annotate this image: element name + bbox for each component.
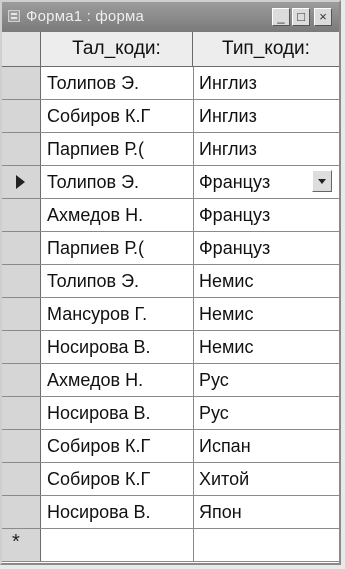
table-row[interactable]: Толипов Э. Немис — [2, 265, 339, 298]
new-record-row[interactable]: * — [2, 529, 339, 562]
record-selector[interactable]: * — [2, 529, 41, 561]
record-selector[interactable] — [2, 265, 41, 297]
cell-tal-kodi[interactable]: Парпиев Р.( — [41, 232, 194, 264]
cell-tip-kodi[interactable]: Рус — [193, 364, 339, 396]
cell-tal-kodi[interactable] — [41, 529, 194, 561]
form-window: Форма1 : форма _ □ × Тал_коди: Тип_коди:… — [0, 0, 341, 565]
cell-tip-kodi[interactable] — [193, 529, 339, 561]
column-header-tal-kodi[interactable]: Тал_коди: — [41, 32, 193, 66]
table-row[interactable]: Собиров К.Г Испан — [2, 430, 339, 463]
cell-tal-kodi[interactable]: Мансуров Г. — [41, 298, 194, 330]
cell-tip-kodi[interactable]: Инглиз — [193, 133, 339, 165]
table-row[interactable]: Мансуров Г. Немис — [2, 298, 339, 331]
table-row[interactable]: Собиров К.Г Инглиз — [2, 100, 339, 133]
record-selector[interactable] — [2, 232, 41, 264]
cell-tip-kodi[interactable]: Испан — [193, 430, 339, 462]
record-selector[interactable] — [2, 496, 41, 528]
cell-tip-kodi[interactable]: Немис — [193, 265, 339, 297]
cell-tal-kodi[interactable]: Собиров К.Г — [41, 100, 194, 132]
form-icon — [8, 10, 20, 22]
cell-tip-kodi[interactable]: Немис — [193, 331, 339, 363]
cell-tal-kodi[interactable]: Собиров К.Г — [41, 463, 194, 495]
table-row[interactable]: Парпиев Р.(Инглиз — [2, 133, 339, 166]
record-selector[interactable] — [2, 463, 41, 495]
window-title: Форма1 : форма — [26, 8, 145, 25]
cell-tal-kodi[interactable]: Толипов Э. — [41, 67, 194, 99]
table-row[interactable]: Толипов Э. Инглиз — [2, 67, 339, 100]
cell-tal-kodi[interactable]: Толипов Э. — [41, 166, 194, 198]
record-selector[interactable] — [2, 166, 41, 198]
record-selector[interactable] — [2, 298, 41, 330]
record-selector[interactable] — [2, 397, 41, 429]
cell-tip-kodi[interactable]: Рус — [193, 397, 339, 429]
table-row[interactable]: Ахмедов Н. Рус — [2, 364, 339, 397]
maximize-button[interactable]: □ — [292, 8, 310, 26]
header-row: Тал_коди: Тип_коди: — [2, 32, 339, 67]
cell-tal-kodi[interactable]: Собиров К.Г — [41, 430, 194, 462]
triangle-right-icon — [16, 175, 25, 189]
table-row[interactable]: Ахмедов Н. Француз — [2, 199, 339, 232]
cell-tal-kodi[interactable]: Ахмедов Н. — [41, 199, 194, 231]
cell-tal-kodi[interactable]: Носирова В. — [41, 496, 194, 528]
record-selector[interactable] — [2, 67, 41, 99]
cell-tip-kodi[interactable]: Француз — [193, 199, 339, 231]
table-row[interactable]: Носирова В. Немис — [2, 331, 339, 364]
cell-tip-kodi[interactable]: Инглиз — [193, 67, 339, 99]
table-row[interactable]: Собиров К.Г Хитой — [2, 463, 339, 496]
table-row[interactable]: Носирова В. Рус — [2, 397, 339, 430]
record-selector[interactable] — [2, 133, 41, 165]
cell-tal-kodi[interactable]: Ахмедов Н. — [41, 364, 194, 396]
cell-tip-kodi[interactable]: Япон — [193, 496, 339, 528]
record-selector[interactable] — [2, 364, 41, 396]
table-row[interactable]: Парпиев Р.(Француз — [2, 232, 339, 265]
column-header-tip-kodi[interactable]: Тип_коди: — [193, 32, 339, 66]
close-button[interactable]: × — [314, 8, 332, 26]
cell-tip-kodi[interactable]: Француз — [193, 232, 339, 264]
cell-tip-kodi[interactable]: Инглиз — [193, 100, 339, 132]
title-bar[interactable]: Форма1 : форма _ □ × — [2, 2, 339, 32]
cell-tip-kodi[interactable]: Немис — [193, 298, 339, 330]
table-row[interactable]: Толипов Э. Француз — [2, 166, 339, 199]
cell-tal-kodi[interactable]: Парпиев Р.( — [41, 133, 194, 165]
record-selector[interactable] — [2, 199, 41, 231]
cell-tal-kodi[interactable]: Толипов Э. — [41, 265, 194, 297]
record-selector[interactable] — [2, 100, 41, 132]
cell-tal-kodi[interactable]: Носирова В. — [41, 331, 194, 363]
cell-tal-kodi[interactable]: Носирова В. — [41, 397, 194, 429]
table-row[interactable]: Носирова В. Япон — [2, 496, 339, 529]
new-record-icon: * — [12, 531, 20, 553]
record-selector[interactable] — [2, 331, 41, 363]
cell-tip-kodi[interactable]: Хитой — [193, 463, 339, 495]
chevron-down-icon[interactable] — [312, 170, 332, 192]
select-all-corner[interactable] — [2, 32, 41, 66]
record-selector[interactable] — [2, 430, 41, 462]
minimize-button[interactable]: _ — [272, 8, 290, 26]
